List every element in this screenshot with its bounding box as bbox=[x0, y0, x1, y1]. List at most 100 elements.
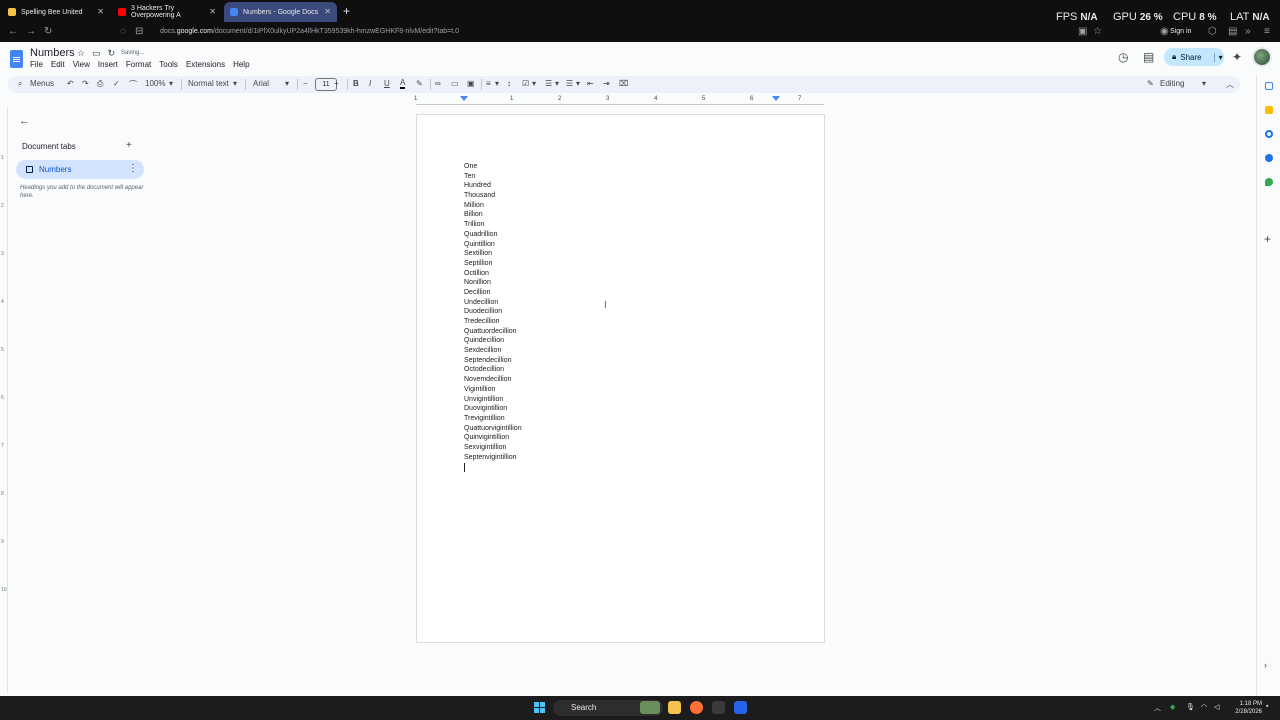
document-line[interactable]: Ten bbox=[464, 172, 522, 182]
google-docs-icon[interactable] bbox=[10, 50, 23, 68]
bulleted-list-icon[interactable]: ☰ bbox=[545, 79, 552, 88]
browser-tab-google-docs[interactable]: Numbers - Google Docs ✕ bbox=[224, 2, 337, 22]
lock-icon[interactable]: ⊟ bbox=[135, 26, 143, 37]
document-line[interactable]: Quindecillion bbox=[464, 336, 522, 346]
document-line[interactable]: Trevigintillion bbox=[464, 414, 522, 424]
document-line[interactable]: One bbox=[464, 162, 522, 172]
volume-icon[interactable]: ◁ bbox=[1214, 703, 1219, 711]
extensions-icon[interactable]: ⬡ bbox=[1208, 26, 1217, 37]
document-line[interactable]: Septillion bbox=[464, 259, 522, 269]
wifi-icon[interactable]: ◠ bbox=[1201, 703, 1207, 711]
increase-indent-icon[interactable]: ⇥ bbox=[603, 79, 610, 88]
account-icon[interactable]: ◉ bbox=[1160, 26, 1169, 37]
sign-in-link[interactable]: Sign in bbox=[1170, 28, 1191, 35]
numbered-list-icon[interactable]: ☰ bbox=[566, 79, 573, 88]
decrease-indent-icon[interactable]: ⇤ bbox=[587, 79, 594, 88]
more-tools-icon[interactable]: » bbox=[1245, 26, 1251, 37]
keep-icon[interactable] bbox=[1265, 106, 1273, 114]
chevron-up-icon[interactable]: ︿ bbox=[1226, 79, 1234, 90]
add-addon-icon[interactable]: + bbox=[1264, 232, 1271, 246]
menu-help[interactable]: Help bbox=[233, 60, 249, 69]
document-line[interactable]: Quadrillion bbox=[464, 230, 522, 240]
notification-icon[interactable]: ▪ bbox=[1266, 703, 1268, 710]
menu-file[interactable]: File bbox=[30, 60, 43, 69]
browser-tab-youtube[interactable]: 3 Hackers Try Overpowering A ✕ bbox=[112, 2, 222, 22]
document-line[interactable]: Tredecillion bbox=[464, 317, 522, 327]
add-tab-icon[interactable]: + bbox=[126, 140, 132, 151]
document-line[interactable]: Duodecillion bbox=[464, 307, 522, 317]
back-arrow-icon[interactable]: ← bbox=[19, 115, 30, 127]
print-icon[interactable]: ⎙ bbox=[97, 79, 103, 89]
menu-view[interactable]: View bbox=[73, 60, 90, 69]
search-icon[interactable]: ⌕ bbox=[18, 79, 22, 89]
chevron-down-icon[interactable]: ▾ bbox=[495, 79, 499, 88]
document-line[interactable]: Octodecillion bbox=[464, 365, 522, 375]
app-icon[interactable] bbox=[734, 701, 747, 714]
document-line[interactable]: Sextillion bbox=[464, 249, 522, 259]
increase-font-size-icon[interactable]: + bbox=[334, 79, 339, 88]
document-line[interactable]: Decillion bbox=[464, 288, 522, 298]
file-explorer-icon[interactable] bbox=[668, 701, 681, 714]
document-line[interactable]: Quattuorvigintillion bbox=[464, 424, 522, 434]
contacts-icon[interactable] bbox=[1265, 154, 1273, 162]
insert-image-icon[interactable]: ▣ bbox=[467, 79, 475, 88]
firefox-icon[interactable] bbox=[690, 701, 703, 714]
notifications-icon[interactable]: ▤ bbox=[1228, 26, 1237, 37]
document-line[interactable]: Septenvigintillion bbox=[464, 453, 522, 463]
address-bar[interactable]: docs.google.com/document/d/1iPfX0ulkyUP2… bbox=[160, 28, 459, 35]
move-folder-icon[interactable]: ▭ bbox=[92, 48, 101, 59]
text-color-icon[interactable]: A bbox=[400, 79, 406, 89]
right-indent-marker[interactable] bbox=[772, 96, 780, 101]
tray-app-icon[interactable]: ◆ bbox=[1170, 703, 1175, 711]
search-menus-button[interactable]: Menus bbox=[30, 79, 54, 88]
avatar[interactable] bbox=[1252, 47, 1272, 67]
insert-link-icon[interactable]: ∞ bbox=[435, 79, 441, 88]
expand-panel-icon[interactable]: › bbox=[1264, 660, 1267, 670]
reader-view-icon[interactable]: ▣ bbox=[1078, 26, 1087, 37]
version-history-icon[interactable]: ◷ bbox=[1118, 50, 1128, 64]
close-icon[interactable]: ✕ bbox=[324, 7, 331, 16]
browser-tab-spelling-bee[interactable]: Spelling Bee United ✕ bbox=[2, 2, 110, 22]
system-clock[interactable]: 1:18 PM 2/28/2026 bbox=[1228, 700, 1262, 716]
document-line[interactable]: Undecillion bbox=[464, 298, 522, 308]
document-line[interactable]: Octillion bbox=[464, 269, 522, 279]
chevron-down-icon[interactable]: ▾ bbox=[555, 79, 559, 88]
document-line[interactable]: Million bbox=[464, 201, 522, 211]
clear-formatting-icon[interactable]: ⌧ bbox=[619, 79, 628, 88]
microphone-icon[interactable]: 🎙︎ bbox=[1186, 703, 1195, 711]
horizontal-ruler[interactable]: 1 1 2 3 4 5 6 7 bbox=[410, 96, 830, 106]
font-family-select[interactable]: Arial bbox=[253, 79, 269, 88]
star-icon[interactable]: ☆ bbox=[77, 48, 85, 59]
reload-icon[interactable]: ↻ bbox=[44, 26, 52, 37]
terminal-icon[interactable] bbox=[712, 701, 725, 714]
document-line[interactable]: Sexvigintillion bbox=[464, 443, 522, 453]
bold-icon[interactable]: B bbox=[353, 79, 359, 88]
menu-edit[interactable]: Edit bbox=[51, 60, 65, 69]
chevron-down-icon[interactable]: ▾ bbox=[169, 79, 173, 88]
chevron-down-icon[interactable]: ▾ bbox=[1213, 52, 1223, 62]
redo-icon[interactable]: ↷ bbox=[82, 79, 89, 88]
document-line[interactable]: Sexdecillion bbox=[464, 346, 522, 356]
italic-icon[interactable]: I bbox=[369, 79, 371, 88]
forward-arrow-icon[interactable]: → bbox=[26, 26, 36, 37]
underline-icon[interactable]: U bbox=[384, 79, 390, 88]
show-hidden-icons-icon[interactable]: ︿ bbox=[1154, 703, 1161, 713]
paint-format-icon[interactable]: ⌒ bbox=[129, 79, 137, 90]
document-title[interactable]: Numbers bbox=[30, 47, 75, 59]
document-line[interactable]: Septendecillion bbox=[464, 356, 522, 366]
decrease-font-size-icon[interactable]: − bbox=[303, 79, 308, 88]
share-button[interactable]: 🔒︎ Share ▾ bbox=[1164, 48, 1224, 66]
line-spacing-icon[interactable]: ↕ bbox=[507, 79, 511, 88]
comments-icon[interactable]: ▤ bbox=[1143, 50, 1154, 64]
maps-icon[interactable] bbox=[1265, 178, 1273, 186]
chevron-down-icon[interactable]: ▾ bbox=[1202, 79, 1206, 88]
highlight-color-icon[interactable]: ✎ bbox=[416, 79, 423, 88]
add-comment-icon[interactable]: ▭ bbox=[451, 79, 459, 88]
document-line[interactable]: Quinvigintillion bbox=[464, 433, 522, 443]
align-left-icon[interactable]: ≡ bbox=[486, 79, 491, 88]
document-line[interactable]: Vigintillion bbox=[464, 385, 522, 395]
document-line[interactable]: Billion bbox=[464, 210, 522, 220]
document-body[interactable]: One Ten Hundred Thousand Million Billion Trill… bbox=[464, 162, 522, 462]
bookmark-star-icon[interactable]: ☆ bbox=[1093, 26, 1102, 37]
zoom-select[interactable]: 100% bbox=[145, 79, 165, 88]
